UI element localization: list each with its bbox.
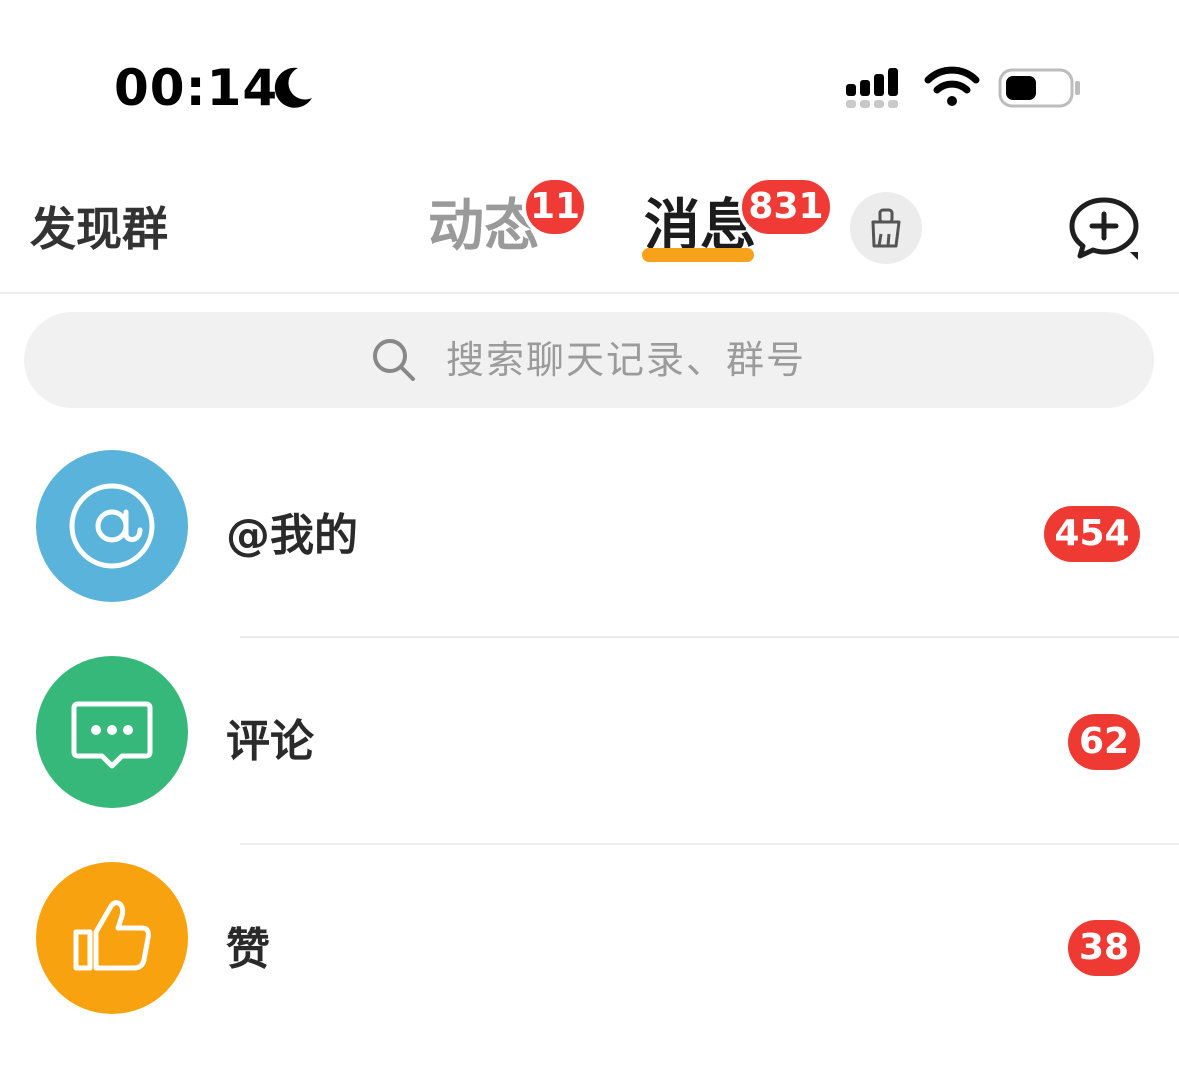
list-item-at-me[interactable]: @我的 454 — [0, 450, 1179, 656]
add-chat-icon[interactable] — [1066, 194, 1142, 264]
divider — [240, 636, 1179, 638]
wifi-icon — [924, 66, 980, 106]
avatar — [36, 450, 188, 602]
item-label: @我的 — [226, 510, 358, 561]
list-item-comments[interactable]: 评论 62 — [0, 656, 1179, 862]
broom-icon — [871, 208, 901, 248]
thumbs-up-icon — [73, 900, 151, 971]
clear-unread-button[interactable] — [850, 192, 922, 264]
search-icon — [373, 339, 415, 381]
comment-icon — [71, 701, 153, 769]
list-item-likes[interactable]: 赞 38 — [0, 862, 1179, 1068]
header-divider — [0, 292, 1179, 294]
at-icon — [69, 483, 155, 569]
count-badge: 62 — [1068, 714, 1140, 770]
count-badge: 454 — [1044, 506, 1140, 562]
item-label: 赞 — [226, 924, 270, 975]
item-label: 评论 — [226, 716, 314, 767]
search-input[interactable]: 搜索聊天记录、群号 — [24, 312, 1154, 408]
avatar — [36, 862, 188, 1014]
discover-groups-link[interactable]: 发现群 — [30, 198, 168, 260]
cellular-signal-icon — [846, 68, 898, 108]
battery-icon — [998, 68, 1080, 108]
active-tab-indicator — [642, 248, 754, 262]
divider — [240, 843, 1179, 845]
tab-xiaoxi-badge: 831 — [738, 176, 834, 238]
search-placeholder: 搜索聊天记录、群号 — [446, 338, 807, 382]
count-badge: 38 — [1068, 920, 1140, 976]
avatar — [36, 656, 188, 808]
status-time: 00:14 — [114, 59, 279, 117]
moon-icon — [274, 67, 312, 108]
tab-dongtai-badge: 11 — [522, 176, 588, 238]
